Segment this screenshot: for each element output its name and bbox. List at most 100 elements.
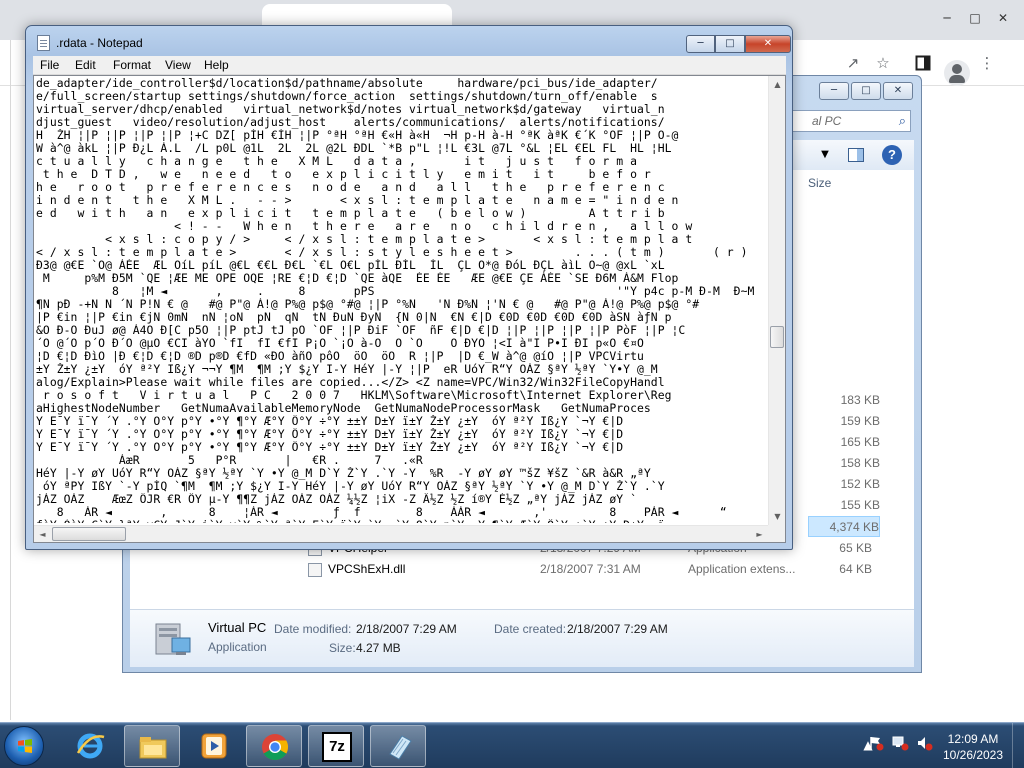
search-icon[interactable]: ⌕ xyxy=(899,112,906,132)
taskbar: 7z ▲ 12:09 AM 10/26/2023 xyxy=(0,722,1024,768)
menu-view[interactable]: View xyxy=(165,58,191,73)
dll-file-icon xyxy=(308,562,322,577)
action-center-flag-icon[interactable] xyxy=(868,735,884,751)
text-content[interactable]: de_adapter/ide_controller$d/location$d/p… xyxy=(36,77,767,523)
text-line: c t u a l l y c h a n g e t h e X M L d … xyxy=(36,155,637,168)
notepad-window: .rdata - Notepad ─ □ ✕ File Edit Format … xyxy=(25,25,793,550)
created-label: Date created: xyxy=(494,622,567,636)
vertical-scroll-thumb[interactable] xyxy=(770,326,784,348)
views-dropdown-icon[interactable]: ▼ xyxy=(818,144,832,166)
horizontal-scroll-thumb[interactable] xyxy=(52,527,126,541)
file-size: 64 KB xyxy=(839,562,872,576)
modified-label: Date modified: xyxy=(274,622,352,636)
taskbar-chrome-button[interactable] xyxy=(246,725,302,767)
text-line: ÀæR 5 P°R | €R . 7 .«R xyxy=(36,454,430,467)
chrome-close-button[interactable]: ✕ xyxy=(990,8,1016,28)
details-pane: Virtual PC Application Date modified: 2/… xyxy=(130,609,914,667)
file-date: 2/18/2007 7:31 AM xyxy=(540,562,641,576)
maximize-button[interactable]: □ xyxy=(715,35,745,53)
file-name: VPCShExH.dll xyxy=(328,562,406,576)
menu-edit[interactable]: Edit xyxy=(75,58,96,73)
file-type: Application extens... xyxy=(688,562,796,576)
text-line: ¶N pĐ -+N N ´N P!N € @ #@ P"@ À!@ P%@ p$… xyxy=(36,298,700,311)
show-desktop-button[interactable] xyxy=(1012,723,1024,768)
window-title: .rdata - Notepad xyxy=(56,36,143,50)
scroll-up-arrow-icon[interactable]: ▲ xyxy=(769,76,785,93)
text-line: e d w i t h a n e x p l i c i t t e m p … xyxy=(36,207,665,220)
explorer-maximize-button[interactable]: □ xyxy=(851,82,881,100)
chrome-minimize-button[interactable]: ─ xyxy=(934,8,960,28)
scroll-left-arrow-icon[interactable]: ◄ xyxy=(34,526,51,542)
side-panel-icon[interactable] xyxy=(912,52,934,74)
text-line: 8 ÀR ◄ , 8 ¦ÀR ◄ ƒ f 8 ÀÀR ◄ ,' 8 PÀR ◄ … xyxy=(36,506,727,519)
text-line: t h e D T D , w e n e e d t o e x p l i … xyxy=(36,168,651,181)
file-size: 152 KB xyxy=(840,477,880,491)
minimize-button[interactable]: ─ xyxy=(686,35,715,53)
close-button[interactable]: ✕ xyxy=(745,35,791,53)
file-size: 65 KB xyxy=(839,541,872,555)
text-line: Đ3@ @€E `O@ ÀÉE ÆL OíL píL @€L €€L Đ€L `… xyxy=(36,259,665,272)
menu-file[interactable]: File xyxy=(40,58,59,73)
text-line: fòY ÒòY C`Y }ªY yÇY J`Y i`Y y`Y %`Y ª`Y … xyxy=(36,519,767,523)
horizontal-scrollbar[interactable]: ◄ ► xyxy=(34,525,768,542)
text-line: Y E¯Y ï¯Y ´Y .°Y O°Y p°Y •°Y ¶°Y Æ°Y Ö°Y… xyxy=(36,428,624,441)
text-line: de_adapter/ide_controller$d/location$d/p… xyxy=(36,77,658,90)
text-editor-area[interactable]: de_adapter/ide_controller$d/location$d/p… xyxy=(33,75,786,543)
7zip-icon: 7z xyxy=(322,732,352,762)
bookmark-star-icon[interactable]: ☆ xyxy=(872,52,894,74)
taskbar-notepad-button[interactable] xyxy=(370,725,426,767)
chrome-icon xyxy=(262,734,289,761)
explorer-window-controls: ─ □ ✕ xyxy=(819,82,913,100)
chrome-maximize-button[interactable]: □ xyxy=(962,8,988,28)
scroll-down-arrow-icon[interactable]: ▼ xyxy=(769,508,785,525)
scroll-right-arrow-icon[interactable]: ► xyxy=(751,526,768,542)
start-button[interactable] xyxy=(4,726,44,766)
text-line: HéY |-Y øY UóY R“Y OÀZ §ªY ½ªY `Y •Y @_M… xyxy=(36,467,651,480)
text-line: jÀZ OÀZ ÆœZ ÖJR €R ÖY µ-Y ¶¶Z jÀZ OÀZ OÀ… xyxy=(36,493,637,506)
vertical-scrollbar[interactable]: ▲ ▼ xyxy=(768,76,785,525)
notepad-app-icon[interactable] xyxy=(37,35,50,51)
created-value: 2/18/2007 7:29 AM xyxy=(567,622,668,636)
notepad-icon xyxy=(389,735,412,760)
taskbar-ie-button[interactable] xyxy=(62,725,118,767)
explorer-minimize-button[interactable]: ─ xyxy=(819,82,849,100)
profile-avatar-icon[interactable] xyxy=(944,60,970,86)
menu-help[interactable]: Help xyxy=(204,58,229,73)
text-line: Y E¯Y ï¯Y ´Y .°Y O°Y p°Y •°Y ¶°Y Æ°Y Ö°Y… xyxy=(36,441,624,454)
notepad-window-controls: ─ □ ✕ xyxy=(686,35,791,53)
file-size: 183 KB xyxy=(840,393,880,407)
text-line: djust_guest video/resolution/adjust_host… xyxy=(36,116,665,129)
explorer-close-button[interactable]: ✕ xyxy=(883,82,913,100)
share-icon[interactable]: ↗ xyxy=(842,52,864,74)
text-line: aHighestNodeNumber GetNumaAvailableMemor… xyxy=(36,402,651,415)
taskbar-media-player-button[interactable] xyxy=(186,725,242,767)
clock[interactable]: 12:09 AM 10/26/2023 xyxy=(940,731,1006,763)
preview-pane-icon[interactable] xyxy=(846,144,866,166)
explorer-search-input[interactable]: al PC ⌕ xyxy=(791,110,911,132)
file-row[interactable]: VPCShExH.dll 2/18/2007 7:31 AM Applicati… xyxy=(308,559,878,579)
menu-format[interactable]: Format xyxy=(113,58,151,73)
volume-muted-icon[interactable] xyxy=(916,735,933,751)
modified-value: 2/18/2007 7:29 AM xyxy=(356,622,457,636)
taskbar-explorer-button[interactable] xyxy=(124,725,180,767)
size-column-header[interactable]: Size xyxy=(808,176,831,190)
network-icon[interactable] xyxy=(892,735,909,751)
menu-bar: File Edit Format View Help xyxy=(33,56,786,75)
taskbar-7zip-button[interactable]: 7z xyxy=(308,725,364,767)
explorer-icon xyxy=(139,737,167,759)
details-file-type: Application xyxy=(208,640,267,654)
text-line: H ŽH ¦|P ¦|P ¦|P ¦|P ¦+C DZ[ pÍH €ÍH ¦|P… xyxy=(36,129,679,142)
details-file-name: Virtual PC xyxy=(208,620,267,635)
text-line: < / x s l : t e m p l a t e > < / x s l … xyxy=(36,246,767,259)
explorer-search-placeholder: al PC xyxy=(812,114,842,128)
size-label: Size: xyxy=(329,641,356,655)
file-size-selected[interactable]: 4,374 KB xyxy=(808,516,880,537)
file-size: 155 KB xyxy=(840,498,880,512)
size-value: 4.27 MB xyxy=(356,641,401,655)
help-icon[interactable]: ? xyxy=(882,145,902,165)
text-line: |P €in ¦|P €in €jN 0mN nN ¦oN pN qN tN Đ… xyxy=(36,311,672,324)
media-player-icon xyxy=(201,733,227,759)
text-line: i n d e n t t h e X M L . - - > < x s l … xyxy=(36,194,679,207)
text-line: ±Y Ž±Y ¿±Y óY ª²Y Iß¿Y ¬¬Y ¶M ¶M ;Y $¿Y … xyxy=(36,363,665,376)
chrome-menu-icon[interactable]: ⋮ xyxy=(976,52,998,74)
